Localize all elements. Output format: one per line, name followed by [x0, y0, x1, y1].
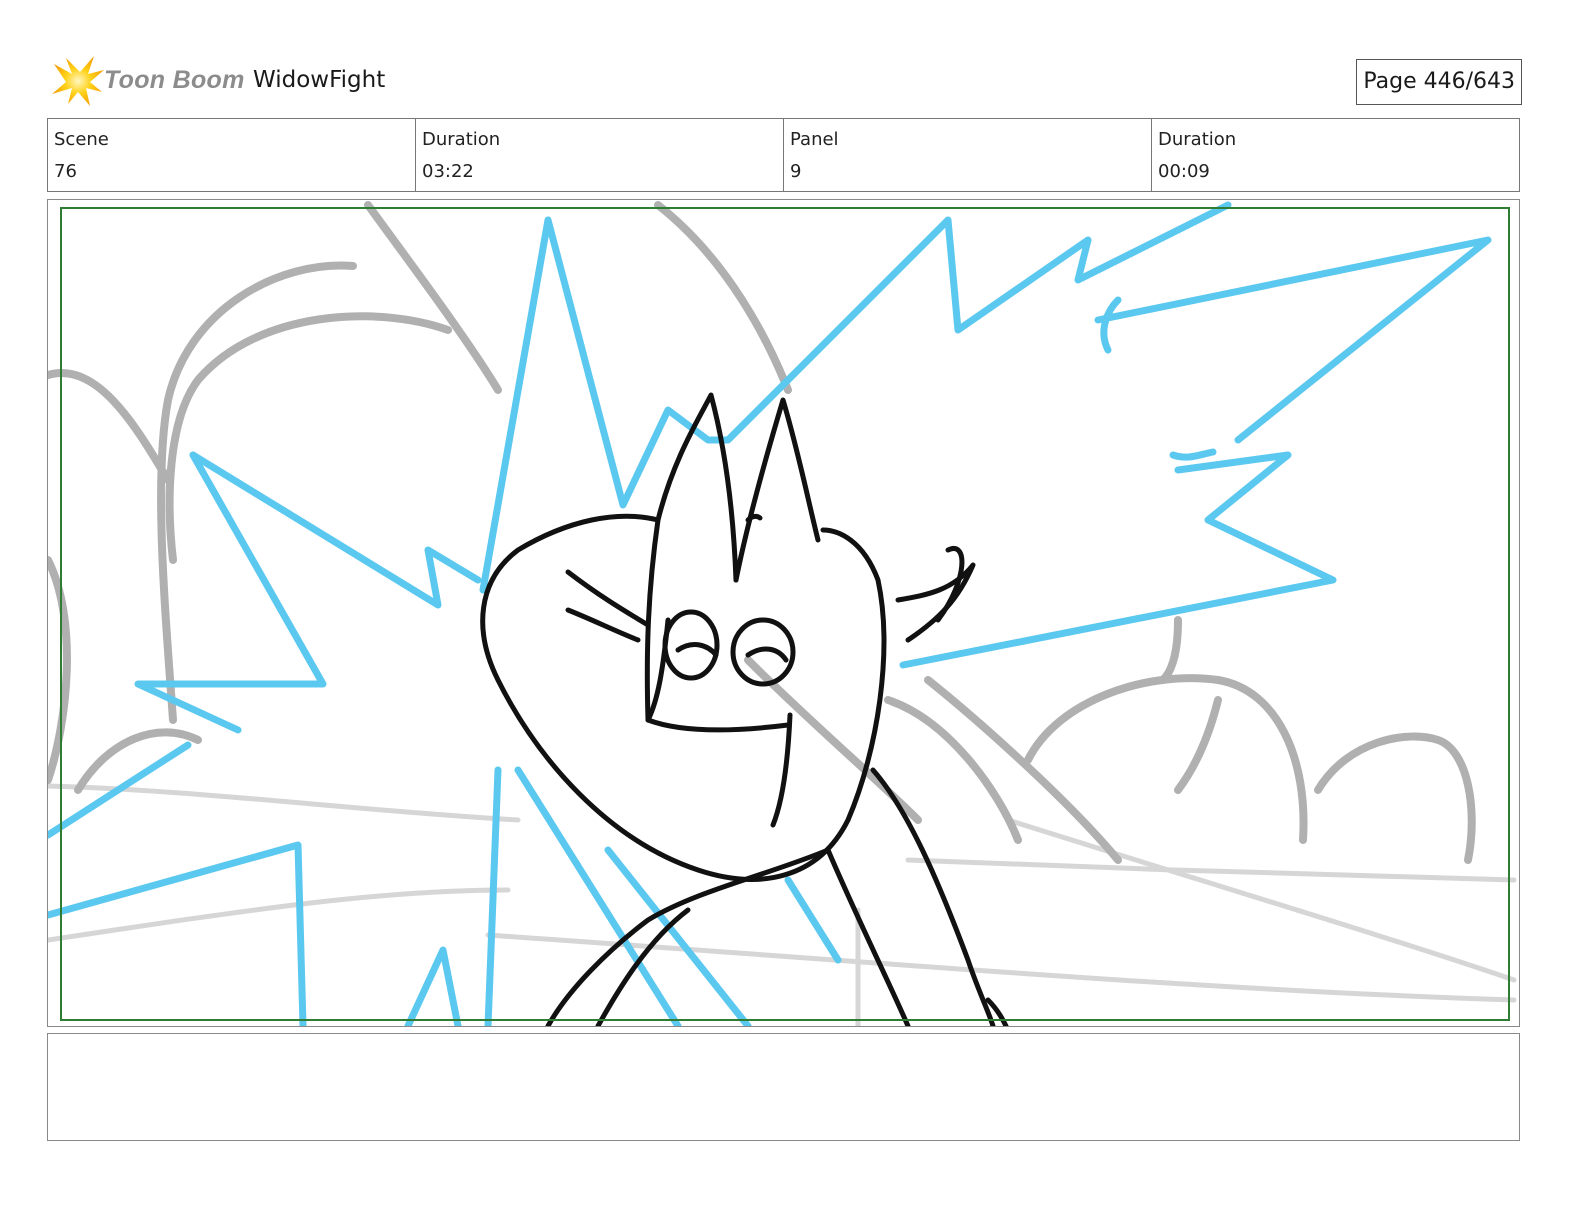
scene-value: 76: [54, 161, 77, 182]
storyboard-panel-image: [47, 199, 1520, 1027]
caption-box[interactable]: [47, 1033, 1520, 1141]
storyboard-sketch: [48, 201, 1517, 1026]
scene-duration-cell: Duration 03:22: [416, 119, 784, 191]
brand-name: Toon Boom: [104, 66, 245, 94]
scene-duration-value: 03:22: [422, 161, 474, 182]
panel-value: 9: [790, 161, 802, 182]
panel-duration-value: 00:09: [1158, 161, 1210, 182]
toon-boom-logo: Toon Boom: [50, 52, 244, 112]
panel-duration-label: Duration: [1158, 129, 1237, 150]
panel-label: Panel: [790, 129, 839, 150]
panel-info-table: Scene 76 Duration 03:22 Panel 9 Duration…: [47, 118, 1520, 192]
character-sketch: [480, 392, 1009, 1026]
scene-label: Scene: [54, 129, 109, 150]
storyboard-header: Toon Boom WidowFight Page 446/643: [50, 52, 1522, 112]
background-sketch: [48, 201, 1476, 864]
ground-lines: [48, 783, 1517, 1026]
scene-duration-label: Duration: [422, 129, 501, 150]
star-burst-logo-icon: [52, 56, 104, 106]
project-title: WidowFight: [253, 67, 386, 93]
panel-cell: Panel 9: [784, 119, 1152, 191]
scene-cell: Scene 76: [48, 119, 416, 191]
page-indicator: Page 446/643: [1356, 59, 1522, 105]
panel-duration-cell: Duration 00:09: [1152, 119, 1519, 191]
